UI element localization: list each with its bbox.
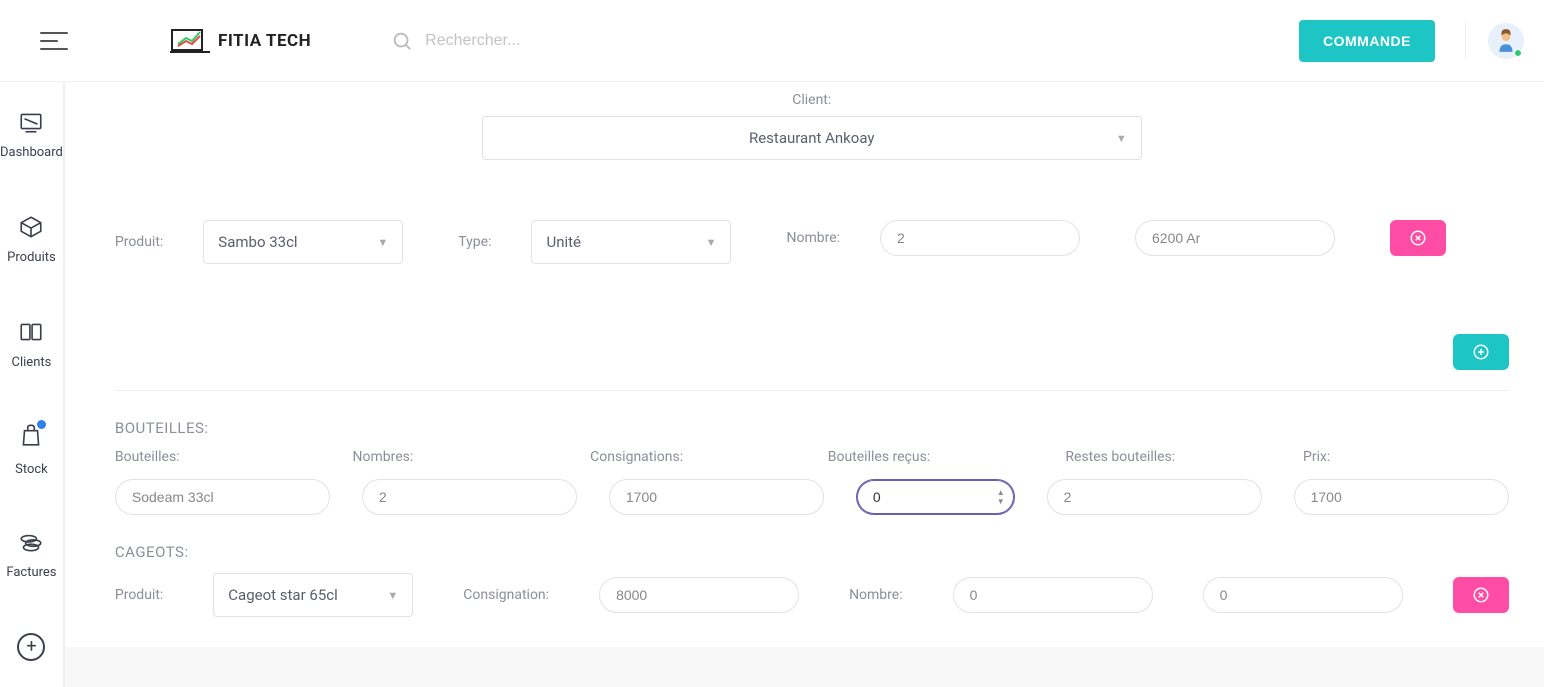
product-select[interactable]: Sambo 33cl ▼ [203, 220, 403, 264]
cageots-section-title: CAGEOTS: [115, 543, 1509, 561]
logo-text: FITIA TECH [218, 31, 311, 51]
type-select-value: Unité [546, 233, 581, 251]
client-select[interactable]: Restaurant Ankoay ▼ [482, 116, 1142, 160]
search-box [391, 30, 1299, 52]
menu-toggle[interactable] [40, 21, 80, 61]
add-product-button[interactable] [1453, 334, 1509, 370]
sidebar-item-label: Dashboard [0, 145, 63, 160]
bottles-section-title: BOUTEILLES: [115, 419, 1509, 437]
search-icon [391, 30, 413, 52]
chevron-down-icon: ▼ [387, 589, 398, 602]
close-circle-icon [1472, 586, 1490, 604]
sidebar-item-label: Produits [7, 250, 56, 265]
logo[interactable]: FITIA TECH [170, 26, 311, 56]
consignations-input[interactable] [609, 479, 824, 515]
sidebar-item-stock[interactable]: Stock [0, 397, 63, 502]
cageots-consignation-input[interactable] [599, 577, 799, 613]
sidebar-item-label: Stock [15, 462, 48, 477]
chevron-down-icon: ▼ [377, 236, 388, 249]
product-group: Produit: Sambo 33cl ▼ [115, 220, 403, 264]
recus-input[interactable] [856, 479, 1015, 515]
cageots-consignation-label: Consignation: [463, 587, 549, 603]
product-form-row: Produit: Sambo 33cl ▼ Type: Unité ▼ Nomb… [115, 220, 1509, 264]
sidebar: Dashboard Produits Clients Stock Facture… [0, 82, 65, 687]
sidebar-item-label: Factures [6, 565, 56, 580]
add-row-container [115, 294, 1509, 391]
plus-icon: + [17, 633, 45, 661]
price-input[interactable] [1135, 220, 1335, 256]
sidebar-item-clients[interactable]: Clients [0, 292, 63, 397]
stock-icon-wrap [18, 422, 44, 452]
number-group: Nombre: [786, 220, 1080, 256]
client-row: Client: Restaurant Ankoay ▼ [115, 92, 1509, 160]
cageots-number-input[interactable] [953, 577, 1153, 613]
nombres-input[interactable] [362, 479, 577, 515]
col-recus: Bouteilles reçus: [828, 449, 1034, 465]
col-restes: Restes bouteilles: [1065, 449, 1271, 465]
sidebar-add[interactable]: + [0, 607, 63, 687]
clients-icon [18, 319, 44, 345]
bouteilles-input[interactable] [115, 479, 330, 515]
content: Client: Restaurant Ankoay ▼ Produit: Sam… [65, 82, 1544, 687]
col-nombres: Nombres: [353, 449, 559, 465]
cageots-number-label: Nombre: [849, 587, 903, 603]
dashboard-icon [18, 109, 44, 135]
cageots-row: Produit: Cageot star 65cl ▼ Consignation… [115, 573, 1509, 617]
product-select-value: Sambo 33cl [218, 233, 297, 251]
col-consignations: Consignations: [590, 449, 796, 465]
chevron-down-icon: ▼ [1116, 132, 1127, 145]
sidebar-item-label: Clients [12, 355, 52, 370]
number-spinner[interactable]: ▲▼ [997, 489, 1005, 506]
avatar-container [1465, 23, 1524, 59]
header: FITIA TECH COMMANDE [0, 0, 1544, 82]
chevron-down-icon: ▼ [706, 236, 717, 249]
remove-product-button[interactable] [1390, 220, 1446, 256]
box-icon [18, 214, 44, 240]
sidebar-item-factures[interactable]: Factures [0, 502, 63, 607]
type-group: Type: Unité ▼ [458, 220, 731, 264]
online-indicator [1514, 49, 1522, 57]
user-avatar[interactable] [1488, 23, 1524, 59]
cageots-second-input[interactable] [1203, 577, 1403, 613]
bottles-row: ▲▼ [115, 479, 1509, 515]
number-input[interactable] [880, 220, 1080, 256]
logo-icon [170, 26, 210, 56]
money-icon [18, 529, 44, 555]
col-bouteilles: Bouteilles: [115, 449, 321, 465]
type-label: Type: [458, 234, 491, 250]
cageots-product-select[interactable]: Cageot star 65cl ▼ [213, 573, 413, 617]
product-label: Produit: [115, 234, 163, 250]
prix-input[interactable] [1294, 479, 1509, 515]
client-select-value: Restaurant Ankoay [749, 129, 875, 147]
sidebar-item-produits[interactable]: Produits [0, 187, 63, 292]
search-input[interactable] [425, 32, 725, 50]
type-select[interactable]: Unité ▼ [531, 220, 731, 264]
recus-wrap: ▲▼ [856, 479, 1015, 515]
plus-circle-icon [1472, 343, 1490, 361]
cageots-product-value: Cageot star 65cl [228, 586, 337, 604]
cageots-product-label: Produit: [115, 587, 163, 603]
client-label: Client: [115, 92, 1509, 108]
remove-cageot-button[interactable] [1453, 577, 1509, 613]
close-circle-icon [1409, 229, 1427, 247]
bottles-header: Bouteilles: Nombres: Consignations: Bout… [115, 449, 1509, 465]
sidebar-item-dashboard[interactable]: Dashboard [0, 82, 63, 187]
col-prix: Prix: [1303, 449, 1509, 465]
commande-button[interactable]: COMMANDE [1299, 20, 1435, 62]
number-label: Nombre: [786, 230, 840, 246]
restes-input[interactable] [1047, 479, 1262, 515]
notification-dot [37, 420, 46, 429]
